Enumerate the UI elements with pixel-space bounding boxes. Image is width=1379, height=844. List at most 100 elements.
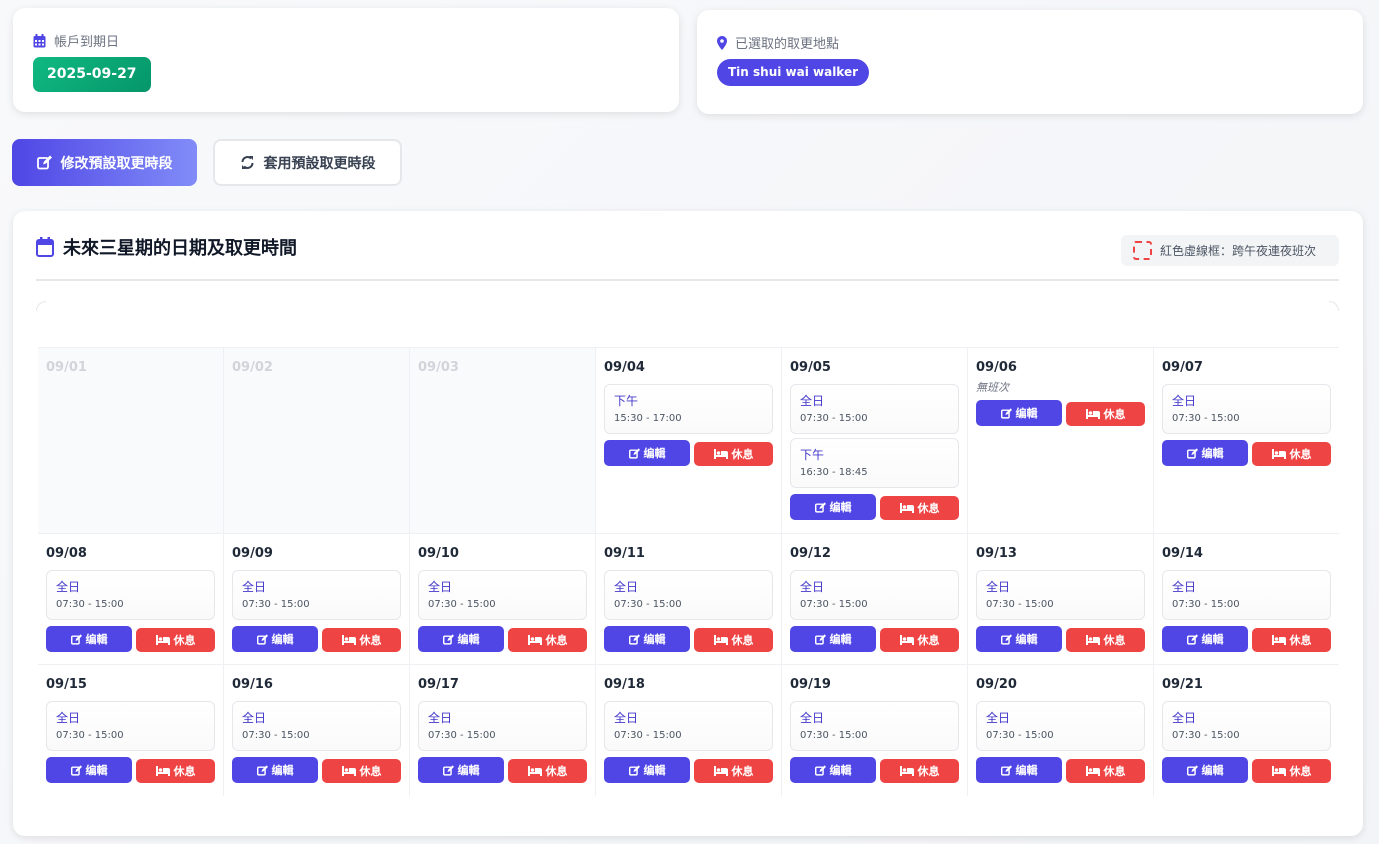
calendar-day-cell: 09/06 無班次 编輯 休息 xyxy=(968,348,1154,534)
edit-icon xyxy=(70,633,82,645)
account-expiry-label: 帳戶到期日 xyxy=(33,31,119,50)
rest-day-button[interactable]: 休息 xyxy=(136,628,215,652)
shift-block[interactable]: 全日 07:30 - 15:00 xyxy=(604,570,773,620)
shift-block[interactable]: 下午 16:30 - 18:45 xyxy=(790,438,959,488)
rest-day-label: 休息 xyxy=(173,634,196,647)
edit-day-button[interactable]: 编輯 xyxy=(604,626,690,652)
day-actions: 编輯 休息 xyxy=(1162,626,1331,652)
calendar-title: 未來三星期的日期及取更時間 xyxy=(36,234,297,260)
day-actions: 编輯 休息 xyxy=(976,757,1145,783)
shift-name: 全日 xyxy=(1172,711,1197,725)
rest-day-button[interactable]: 休息 xyxy=(1252,759,1331,783)
shift-time: 07:30 - 15:00 xyxy=(56,599,124,610)
calendar-day-cell: 09/19 全日 07:30 - 15:00 编輯 休息 xyxy=(782,665,968,796)
edit-day-button[interactable]: 编輯 xyxy=(790,494,876,520)
edit-day-button[interactable]: 编輯 xyxy=(232,626,318,652)
rest-day-label: 休息 xyxy=(917,765,940,778)
rest-day-button[interactable]: 休息 xyxy=(694,759,773,783)
day-actions: 编輯 休息 xyxy=(790,757,959,783)
shift-block[interactable]: 全日 07:30 - 15:00 xyxy=(1162,701,1331,751)
shift-name: 全日 xyxy=(1172,394,1197,408)
shift-block[interactable]: 全日 07:30 - 15:00 xyxy=(1162,570,1331,620)
rest-day-button[interactable]: 休息 xyxy=(508,628,587,652)
shift-block[interactable]: 全日 07:30 - 15:00 xyxy=(232,570,401,620)
rest-day-button[interactable]: 休息 xyxy=(1066,628,1145,652)
shift-name: 全日 xyxy=(56,711,81,725)
rest-day-button[interactable]: 休息 xyxy=(1252,628,1331,652)
shift-block[interactable]: 全日 07:30 - 15:00 xyxy=(790,384,959,434)
shift-block[interactable]: 全日 07:30 - 15:00 xyxy=(1162,384,1331,434)
apply-default-shifts-label: 套用預設取更時段 xyxy=(263,155,376,172)
edit-day-button[interactable]: 编輯 xyxy=(418,757,504,783)
selected-location-card: 已選取的取更地點 Tin shui wai walker xyxy=(697,10,1363,114)
edit-day-button[interactable]: 编輯 xyxy=(46,757,132,783)
rest-day-button[interactable]: 休息 xyxy=(694,442,773,466)
day-date-label: 09/17 xyxy=(418,677,459,692)
edit-day-button[interactable]: 编輯 xyxy=(790,626,876,652)
edit-default-shifts-button[interactable]: 修改預設取更時段 xyxy=(12,139,197,186)
rest-day-button[interactable]: 休息 xyxy=(880,628,959,652)
rest-day-label: 休息 xyxy=(1289,634,1312,647)
no-shift-text: 無班次 xyxy=(976,381,1009,394)
edit-day-button[interactable]: 编輯 xyxy=(232,757,318,783)
shift-time: 07:30 - 15:00 xyxy=(800,599,868,610)
rest-day-button[interactable]: 休息 xyxy=(136,759,215,783)
edit-day-label: 编輯 xyxy=(1015,633,1038,646)
apply-default-shifts-button[interactable]: 套用預設取更時段 xyxy=(213,139,402,186)
rest-day-button[interactable]: 休息 xyxy=(508,759,587,783)
calendar-day-cell: 09/08 全日 07:30 - 15:00 编輯 休息 xyxy=(38,534,224,665)
rest-day-button[interactable]: 休息 xyxy=(1066,402,1145,426)
shift-name: 全日 xyxy=(986,711,1011,725)
edit-icon xyxy=(814,633,826,645)
shift-block[interactable]: 下午 15:30 - 17:00 xyxy=(604,384,773,434)
shift-block[interactable]: 全日 07:30 - 15:00 xyxy=(418,701,587,751)
shift-block[interactable]: 全日 07:30 - 15:00 xyxy=(46,570,215,620)
bed-icon xyxy=(1271,766,1286,776)
shift-block[interactable]: 全日 07:30 - 15:00 xyxy=(46,701,215,751)
rest-day-button[interactable]: 休息 xyxy=(880,496,959,520)
edit-day-label: 编輯 xyxy=(1015,764,1038,777)
shift-block[interactable]: 全日 07:30 - 15:00 xyxy=(604,701,773,751)
rest-day-button[interactable]: 休息 xyxy=(322,628,401,652)
rest-day-button[interactable]: 休息 xyxy=(880,759,959,783)
shift-block[interactable]: 全日 07:30 - 15:00 xyxy=(790,570,959,620)
shift-time: 07:30 - 15:00 xyxy=(800,413,868,424)
edit-day-button[interactable]: 编輯 xyxy=(976,626,1062,652)
edit-day-button[interactable]: 编輯 xyxy=(46,626,132,652)
bed-icon xyxy=(899,503,914,513)
edit-day-button[interactable]: 编輯 xyxy=(976,757,1062,783)
shift-time: 07:30 - 15:00 xyxy=(56,730,124,741)
edit-day-button[interactable]: 编輯 xyxy=(790,757,876,783)
shift-block[interactable]: 全日 07:30 - 15:00 xyxy=(232,701,401,751)
shift-time: 07:30 - 15:00 xyxy=(1172,730,1240,741)
account-expiry-date-badge: 2025-09-27 xyxy=(33,57,151,92)
shift-block[interactable]: 全日 07:30 - 15:00 xyxy=(976,701,1145,751)
rest-day-button[interactable]: 休息 xyxy=(1066,759,1145,783)
calendar-day-cell: 09/21 全日 07:30 - 15:00 编輯 休息 xyxy=(1154,665,1339,796)
shift-block[interactable]: 全日 07:30 - 15:00 xyxy=(976,570,1145,620)
edit-icon xyxy=(814,501,826,513)
shift-block[interactable]: 全日 07:30 - 15:00 xyxy=(790,701,959,751)
sync-icon xyxy=(240,155,255,170)
edit-day-label: 编輯 xyxy=(643,447,666,460)
edit-day-button[interactable]: 编輯 xyxy=(604,757,690,783)
edit-day-label: 编輯 xyxy=(1201,447,1224,460)
rest-day-label: 休息 xyxy=(359,765,382,778)
shift-block[interactable]: 全日 07:30 - 15:00 xyxy=(418,570,587,620)
day-date-label: 09/01 xyxy=(46,360,87,375)
rest-day-button[interactable]: 休息 xyxy=(694,628,773,652)
day-actions: 编輯 休息 xyxy=(604,440,773,466)
rest-day-label: 休息 xyxy=(1103,408,1126,421)
edit-day-button[interactable]: 编輯 xyxy=(418,626,504,652)
edit-day-button[interactable]: 编輯 xyxy=(604,440,690,466)
shift-name: 全日 xyxy=(614,580,639,594)
bed-icon xyxy=(155,766,170,776)
day-date-label: 09/14 xyxy=(1162,546,1203,561)
rest-day-button[interactable]: 休息 xyxy=(322,759,401,783)
edit-day-button[interactable]: 编輯 xyxy=(1162,757,1248,783)
edit-day-button[interactable]: 编輯 xyxy=(1162,440,1248,466)
edit-day-label: 编輯 xyxy=(457,764,480,777)
rest-day-button[interactable]: 休息 xyxy=(1252,442,1331,466)
edit-day-button[interactable]: 编輯 xyxy=(976,400,1062,426)
edit-day-button[interactable]: 编輯 xyxy=(1162,626,1248,652)
